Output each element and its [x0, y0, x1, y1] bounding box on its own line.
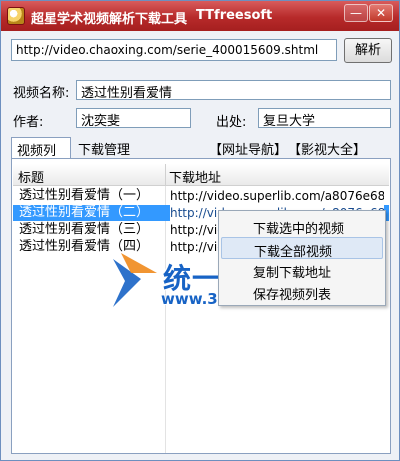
parse-button[interactable]: 解析	[344, 38, 392, 63]
nav-link-movies[interactable]: 【影视大全】	[288, 139, 366, 158]
row-url: http://video.superlib.com/a8076e683f89..…	[170, 189, 384, 203]
minimize-button[interactable]: —	[344, 4, 368, 22]
menu-item-copy-url[interactable]: 复制下载地址	[221, 259, 383, 281]
row-title: 透过性别看爱情（二）	[19, 205, 150, 220]
author-field[interactable]: 沈奕斐	[76, 108, 191, 129]
menu-item-save-list[interactable]: 保存视频列表	[221, 281, 383, 303]
url-input[interactable]	[11, 39, 337, 61]
app-icon	[7, 7, 25, 25]
author-label: 作者:	[13, 115, 44, 130]
watermark-logo-icon	[113, 253, 157, 307]
window-title: 超星学术视频解析下载工具	[31, 12, 188, 27]
column-divider[interactable]	[165, 164, 166, 186]
menu-item-download-all[interactable]: 下载全部视频	[221, 237, 383, 260]
column-header-title[interactable]: 标题	[18, 167, 44, 186]
nav-link-sites[interactable]: 【网址导航】	[209, 139, 287, 158]
source-label: 出处:	[216, 115, 247, 130]
tab-download-manager[interactable]: 下载管理	[73, 137, 143, 159]
column-header-url[interactable]: 下载地址	[169, 167, 221, 186]
source-field[interactable]: 复旦大学	[258, 108, 391, 129]
brand-label: TTfreesoft	[196, 8, 273, 23]
close-button[interactable]: ✕	[369, 4, 393, 22]
row-title: 透过性别看爱情（三）	[19, 222, 150, 237]
menu-item-download-selected[interactable]: 下载选中的视频	[221, 215, 383, 237]
title-bar[interactable]: 超星学术视频解析下载工具 TTfreesoft — ✕	[1, 1, 399, 31]
table-header: 标题 下载地址	[13, 164, 389, 186]
row-title: 透过性别看爱情（一）	[19, 188, 150, 203]
tab-video-list[interactable]: 视频列表	[11, 137, 71, 178]
app-window: 超星学术视频解析下载工具 TTfreesoft — ✕ 解析 视频名称: 透过性…	[0, 0, 400, 461]
context-menu: 下载选中的视频 下载全部视频 复制下载地址 保存视频列表	[218, 210, 386, 306]
video-name-field[interactable]: 透过性别看爱情	[76, 80, 391, 101]
table-row[interactable]: 透过性别看爱情（一） http://video.superlib.com/a80…	[13, 188, 389, 204]
video-name-label: 视频名称:	[13, 86, 70, 101]
